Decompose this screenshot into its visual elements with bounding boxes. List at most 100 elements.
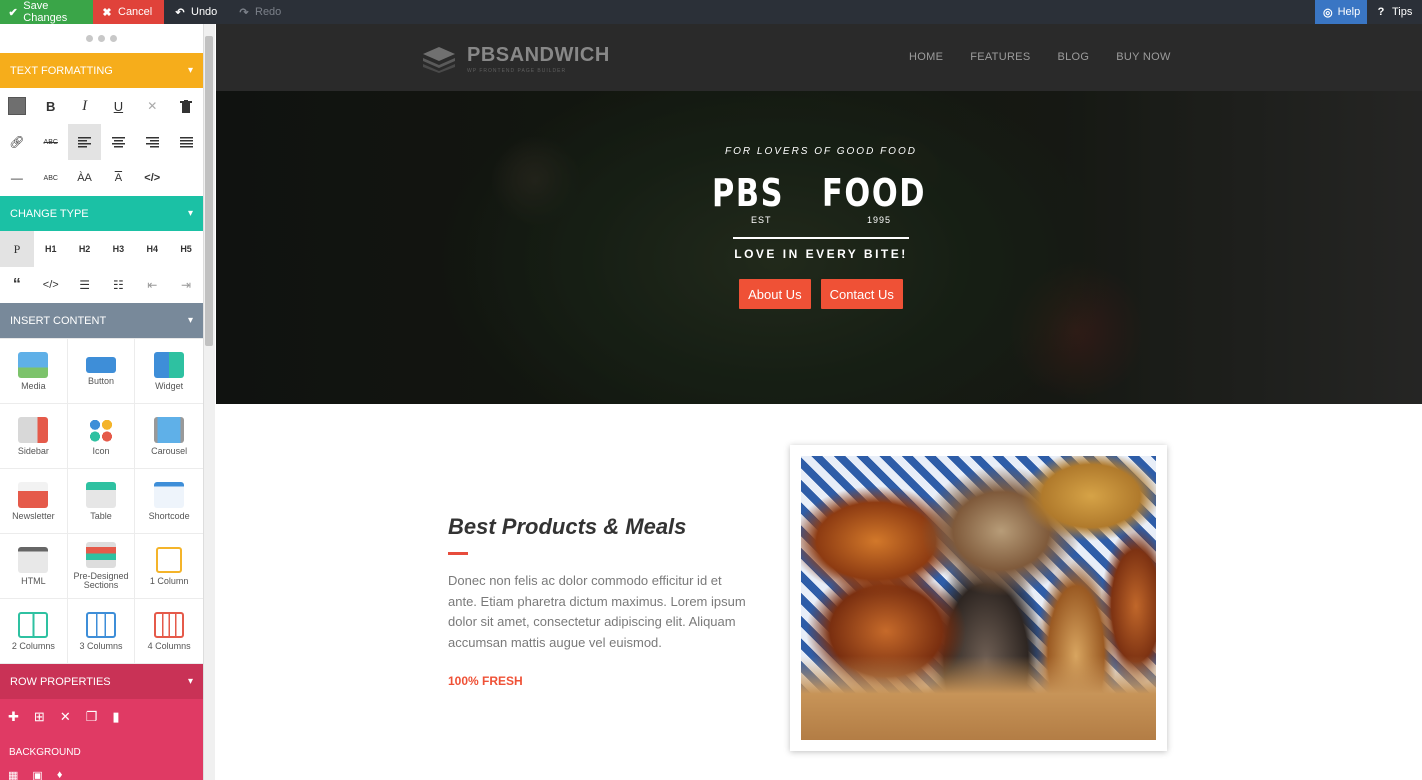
insert-one-column[interactable]: 1 Column <box>135 534 203 599</box>
align-center-icon <box>111 136 125 147</box>
change-type-header[interactable]: CHANGE TYPE ▾ <box>0 196 203 231</box>
horizontal-rule-button[interactable]: — <box>0 160 34 196</box>
icon-icon <box>85 416 116 443</box>
chevron-down-icon: ▾ <box>187 65 193 76</box>
nav-home[interactable]: HOME <box>909 51 943 63</box>
hero-slogan: LOVE IN EVERY BITE! <box>734 247 908 261</box>
color-swatch-icon <box>7 97 26 115</box>
insert-four-columns[interactable]: 4 Columns <box>135 599 203 664</box>
row-tools: ✚ ⊞ ✕ ❐ ▮ <box>0 699 203 735</box>
preformatted-button[interactable]: </> <box>34 267 68 303</box>
outdent-button[interactable]: ⇤ <box>135 267 169 303</box>
sidebar-scroll-thumb[interactable] <box>205 36 213 346</box>
redo-label: Redo <box>255 6 282 18</box>
align-left-button[interactable] <box>67 124 102 160</box>
insert-shortcode[interactable]: Shortcode <box>135 469 203 534</box>
about-us-button[interactable]: About Us <box>739 279 811 309</box>
help-label: Help <box>1337 6 1361 18</box>
bold-icon: B <box>46 98 56 114</box>
link-icon: 🔗︎ <box>9 135 25 149</box>
insert-label: Table <box>90 510 112 521</box>
table-icon <box>85 481 116 508</box>
insert-label: Media <box>21 380 46 391</box>
text-color-button[interactable] <box>0 88 34 124</box>
type-h1-button[interactable]: H1 <box>34 231 68 267</box>
text-size-button[interactable]: A <box>101 160 135 196</box>
insert-newsletter[interactable]: Newsletter <box>0 469 68 534</box>
nav-features[interactable]: FEATURES <box>970 51 1030 63</box>
drag-handle[interactable] <box>0 24 203 53</box>
save-changes-button[interactable]: ✔ Save Changes <box>0 0 93 24</box>
insert-button[interactable]: Button <box>67 339 136 404</box>
contact-us-button[interactable]: Contact Us <box>820 279 903 309</box>
insert-label: 2 Columns <box>11 640 55 651</box>
text-case-button[interactable]: ÀA <box>68 160 102 196</box>
type-p-button[interactable]: P <box>0 231 34 267</box>
type-h3-button[interactable]: H3 <box>101 231 135 267</box>
insert-carousel[interactable]: Carousel <box>135 404 203 469</box>
insert-widget[interactable]: Widget <box>135 339 203 404</box>
insert-html[interactable]: HTML <box>0 534 68 599</box>
lifebuoy-icon: ◎ <box>1323 6 1333 19</box>
move-row-icon[interactable]: ✚ <box>8 709 19 725</box>
button-icon <box>85 356 116 373</box>
undo-button[interactable]: ↶ Undo <box>166 0 226 24</box>
close-icon: ✖ <box>102 6 112 19</box>
bg-fill-icon[interactable]: ♦ <box>57 769 63 780</box>
clear-format-button[interactable]: ✕ <box>135 88 169 124</box>
insert-label: Newsletter <box>12 510 55 521</box>
bg-color-icon[interactable]: ▦ <box>8 769 18 780</box>
shortcode-icon <box>154 481 185 508</box>
bg-image-icon[interactable]: ▣ <box>32 769 42 780</box>
site-logo[interactable]: PBSANDWICH WP FRONTEND PAGE BUILDER <box>421 44 610 74</box>
insert-two-columns[interactable]: 2 Columns <box>0 599 68 664</box>
code-button[interactable]: </> <box>135 160 169 196</box>
nav-blog[interactable]: BLOG <box>1057 51 1089 63</box>
hero-est-label: EST <box>751 215 772 225</box>
insert-icon[interactable]: Icon <box>67 404 136 469</box>
blockquote-button[interactable]: “ <box>0 267 34 303</box>
type-h3-label: H3 <box>112 244 125 254</box>
trash-icon[interactable]: ▮ <box>112 709 119 725</box>
align-center-button[interactable] <box>101 124 135 160</box>
delete-button[interactable] <box>169 88 203 124</box>
hero-brand-left: PBS <box>711 171 785 215</box>
layers-logo-icon <box>423 47 455 73</box>
add-row-icon[interactable]: ⊞ <box>34 709 45 725</box>
underline-button[interactable]: U <box>101 88 135 124</box>
cancel-button[interactable]: ✖ Cancel <box>93 0 164 24</box>
small-caps-button[interactable]: ABC <box>34 160 68 196</box>
hero-arc-text: FOR LOVERS OF GOOD FOOD <box>725 146 917 157</box>
italic-button[interactable]: I <box>68 88 102 124</box>
text-formatting-header[interactable]: TEXT FORMATTING ▾ <box>0 53 203 88</box>
insert-three-columns[interactable]: 3 Columns <box>67 599 136 664</box>
type-h2-button[interactable]: H2 <box>68 231 102 267</box>
type-h4-button[interactable]: H4 <box>135 231 169 267</box>
hero-est-row: EST 1995 <box>751 215 891 225</box>
hero-est-year: 1995 <box>866 215 891 225</box>
insert-pre-designed-sections[interactable]: Pre-Designed Sections <box>67 534 136 599</box>
link-button[interactable]: 🔗︎ <box>0 124 34 160</box>
italic-icon: I <box>82 97 88 114</box>
insert-sidebar[interactable]: Sidebar <box>0 404 68 469</box>
row-properties-header[interactable]: ROW PROPERTIES ▾ <box>0 664 203 699</box>
insert-media[interactable]: Media <box>0 339 68 404</box>
redo-button[interactable]: ↷ Redo <box>230 0 290 24</box>
bold-button[interactable]: B <box>34 88 68 124</box>
insert-content-header[interactable]: INSERT CONTENT ▾ <box>0 303 203 338</box>
duplicate-icon[interactable]: ❐ <box>86 709 98 725</box>
bullet-list-button[interactable]: ☰ <box>68 267 102 303</box>
section-body: Donec non felis ac dolor commodo efficit… <box>448 573 746 650</box>
strikethrough-button[interactable]: ABC <box>34 124 68 160</box>
numbered-list-button[interactable]: ☷ <box>101 267 135 303</box>
align-right-button[interactable] <box>135 124 169 160</box>
product-photo-frame <box>790 445 1167 751</box>
justify-button[interactable] <box>169 124 203 160</box>
insert-table[interactable]: Table <box>67 469 136 534</box>
indent-button[interactable]: ⇥ <box>169 267 203 303</box>
tips-button[interactable]: ? Tips <box>1367 0 1422 24</box>
type-h5-button[interactable]: H5 <box>169 231 203 267</box>
help-button[interactable]: ◎ Help <box>1315 0 1367 24</box>
tools-icon[interactable]: ✕ <box>60 709 71 725</box>
nav-buy-now[interactable]: BUY NOW <box>1116 51 1170 63</box>
